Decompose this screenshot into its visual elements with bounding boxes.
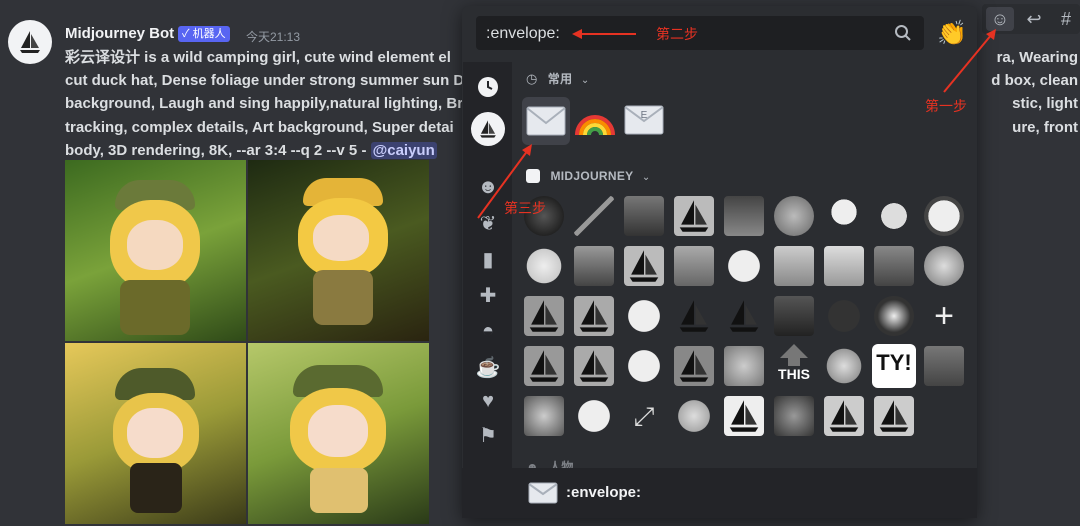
annotation-step1: 第一步 (925, 98, 967, 114)
annotation-step3: 第三步 (504, 200, 546, 216)
annotation-step2: 第二步 (656, 26, 698, 42)
annotation-arrows (477, 29, 996, 219)
